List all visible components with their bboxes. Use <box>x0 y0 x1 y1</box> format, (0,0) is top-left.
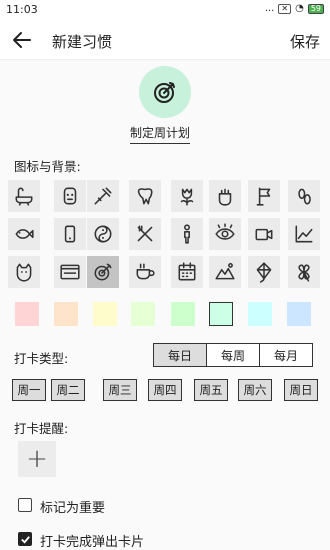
status-icons: ... ✕ ◔ 59 <box>265 3 324 14</box>
checkin-monthly-option[interactable]: 每月 <box>259 343 313 367</box>
icon-option-23[interactable] <box>248 256 280 288</box>
icon-option-8[interactable] <box>288 180 320 212</box>
color-swatch-1[interactable] <box>15 302 39 326</box>
icons-section-label: 图标与背景: <box>14 159 81 174</box>
weekday-wed[interactable]: 周三 <box>103 379 137 401</box>
weekday-tue[interactable]: 周二 <box>51 379 85 401</box>
chart-icon <box>295 225 313 243</box>
camera-icon <box>255 228 273 241</box>
icon-option-1[interactable] <box>8 180 40 212</box>
color-swatch-8[interactable] <box>287 302 311 326</box>
icon-option-17[interactable] <box>8 256 40 288</box>
checkin-weekly-option[interactable]: 每周 <box>206 343 260 367</box>
weekday-sat[interactable]: 周六 <box>238 379 272 401</box>
icon-option-7[interactable] <box>248 180 280 212</box>
cat-icon <box>16 263 32 282</box>
icon-option-20[interactable] <box>129 256 161 288</box>
icon-option-3[interactable] <box>87 180 119 212</box>
person-icon <box>184 224 190 244</box>
weekday-mon[interactable]: 周一 <box>12 379 46 401</box>
battery-icon: 59 <box>307 3 324 14</box>
icon-option-16[interactable] <box>288 218 320 250</box>
page-title: 新建习惯 <box>52 33 113 51</box>
icon-option-5[interactable] <box>171 180 203 212</box>
weekday-sun[interactable]: 周日 <box>284 379 318 401</box>
fist-icon <box>218 188 232 206</box>
save-button[interactable]: 保存 <box>290 31 320 52</box>
icon-option-22[interactable] <box>209 256 241 288</box>
calendar-icon <box>178 262 196 281</box>
icon-option-24[interactable] <box>288 256 320 288</box>
checkin-type-label: 打卡类型: <box>14 351 69 366</box>
phone-icon <box>64 225 76 243</box>
coffee-icon <box>136 263 155 280</box>
weekday-fri[interactable]: 周五 <box>194 379 228 401</box>
important-label: 标记为重要 <box>40 501 106 516</box>
color-swatch-2[interactable] <box>54 302 78 326</box>
icon-option-13[interactable] <box>171 218 203 250</box>
color-swatch-4[interactable] <box>131 302 155 326</box>
status-dots: ... <box>264 3 275 14</box>
tulip-icon <box>180 188 194 206</box>
app-bar: 新建习惯 保存 <box>0 20 330 60</box>
icon-option-18[interactable] <box>54 256 86 288</box>
icon-option-21[interactable] <box>171 256 203 288</box>
target-icon <box>154 82 175 103</box>
status-bar: 11:03 ... ✕ ◔ 59 <box>0 0 330 20</box>
weekly-plan-link[interactable]: 制定周计划 <box>130 124 191 144</box>
color-swatch-3[interactable] <box>93 302 117 326</box>
popup-card-checkbox[interactable] <box>18 532 32 546</box>
icon-option-10[interactable] <box>54 218 86 250</box>
footprint-icon <box>298 188 311 205</box>
add-reminder-button[interactable]: + <box>18 441 56 477</box>
icon-option-12[interactable] <box>129 218 161 250</box>
icon-option-4[interactable] <box>129 180 161 212</box>
checkin-type-selector: 每日 每周 每月 <box>153 343 313 367</box>
utensils-icon <box>137 225 153 242</box>
flag-icon <box>256 187 271 206</box>
color-swatch-5[interactable] <box>171 302 195 326</box>
icon-option-15[interactable] <box>248 218 280 250</box>
selected-habit-icon[interactable] <box>139 66 191 118</box>
face-icon <box>63 187 77 205</box>
important-checkbox[interactable] <box>18 498 32 512</box>
color-swatch-6[interactable] <box>209 302 233 326</box>
kite-icon <box>256 262 272 283</box>
fish-icon <box>15 229 34 239</box>
browser-icon <box>60 264 80 280</box>
icon-option-14[interactable] <box>209 218 241 250</box>
syringe-icon <box>94 187 112 205</box>
mountain-icon <box>215 262 235 280</box>
wifi-icon: ◔ <box>295 3 304 14</box>
icon-option-11[interactable] <box>87 218 119 250</box>
icon-option-6[interactable] <box>209 180 241 212</box>
color-swatch-7[interactable] <box>248 302 272 326</box>
yin-yang-icon <box>94 225 112 243</box>
weekday-thu[interactable]: 周四 <box>148 379 182 401</box>
bathtub-icon <box>15 187 33 206</box>
sim-icon: ✕ <box>278 3 292 14</box>
checkin-daily-option[interactable]: 每日 <box>153 343 207 367</box>
back-arrow-icon[interactable] <box>10 28 34 52</box>
eye-icon <box>215 223 235 240</box>
reminder-label: 打卡提醒: <box>14 421 69 436</box>
icon-option-9[interactable] <box>8 218 40 250</box>
checkmark-icon <box>20 535 30 544</box>
icon-option-19[interactable] <box>87 256 119 288</box>
target-icon <box>94 263 112 281</box>
clover-icon <box>298 264 310 282</box>
status-time: 11:03 <box>6 3 38 16</box>
popup-card-label: 打卡完成弹出卡片 <box>40 535 145 550</box>
icon-option-2[interactable] <box>54 180 86 212</box>
tooth-icon <box>137 188 153 205</box>
